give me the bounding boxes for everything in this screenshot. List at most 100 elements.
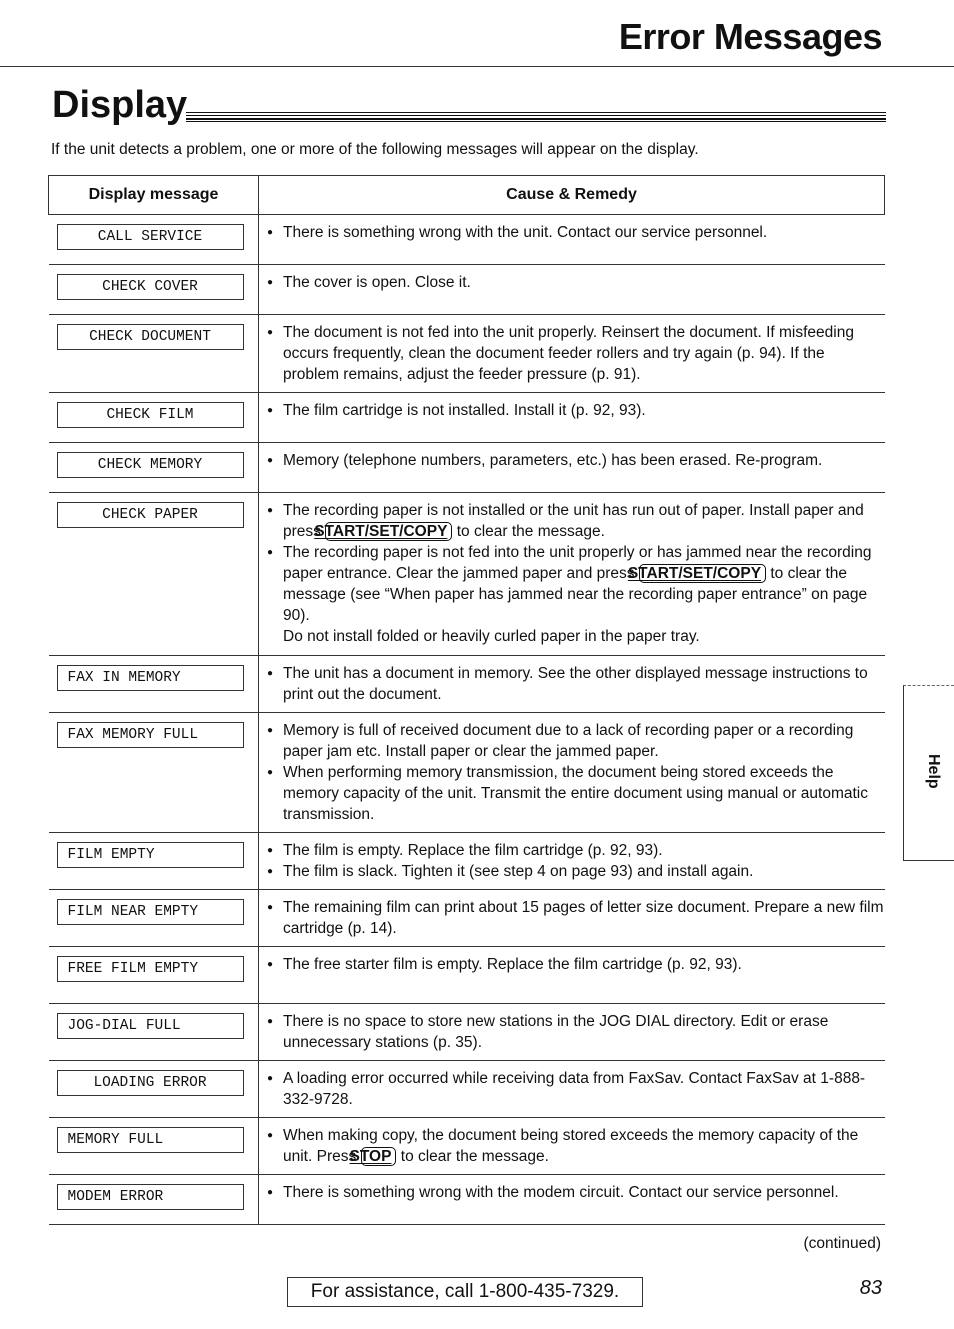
display-message-cell: JOG-DIAL FULL bbox=[48, 1003, 259, 1061]
cause-remedy-cell: When making copy, the document being sto… bbox=[258, 1117, 885, 1175]
display-message-cell: MODEM ERROR bbox=[48, 1174, 259, 1225]
display-message-cell: LOADING ERROR bbox=[48, 1060, 259, 1118]
column-header-display-message: Display message bbox=[48, 175, 259, 215]
remedy-item: There is something wrong with the modem … bbox=[267, 1182, 885, 1203]
display-message-cell: CHECK MEMORY bbox=[48, 442, 259, 493]
table-row: FILM EMPTY The film is empty. Replace the… bbox=[48, 832, 885, 890]
remedy-item: There is no space to store new stations … bbox=[267, 1011, 885, 1053]
remedy-text: There is no space to store new stations … bbox=[283, 1013, 829, 1051]
table-row: MEMORY FULL When making copy, the documen… bbox=[48, 1117, 885, 1175]
cause-remedy-cell: The film is empty. Replace the film cart… bbox=[258, 832, 885, 890]
display-message-cell: CHECK COVER bbox=[48, 264, 259, 315]
remedy-text: There is something wrong with the unit. … bbox=[283, 224, 768, 241]
remedy-text: The film cartridge is not installed. Ins… bbox=[283, 402, 646, 419]
title-decorative-rule bbox=[186, 112, 886, 122]
remedy-text: The unit has a document in memory. See t… bbox=[283, 665, 868, 703]
lcd-message: JOG-DIAL FULL bbox=[56, 1013, 244, 1039]
cause-remedy-cell: The cover is open. Close it. bbox=[258, 264, 885, 315]
remedy-text: The remaining film can print about 15 pa… bbox=[283, 899, 884, 937]
remedy-note: Do not install folded or heavily curled … bbox=[283, 628, 700, 645]
display-message-cell: CALL SERVICE bbox=[48, 214, 259, 265]
cause-remedy-cell: The document is not fed into the unit pr… bbox=[258, 314, 885, 393]
lcd-message: FILM NEAR EMPTY bbox=[56, 899, 244, 925]
key-label: START/SET/COPY bbox=[314, 522, 453, 541]
remedy-item: The film is slack. Tighten it (see step … bbox=[267, 861, 885, 882]
table-row: FAX MEMORY FULL Memory is full of receive… bbox=[48, 712, 885, 833]
display-message-cell: FREE FILM EMPTY bbox=[48, 946, 259, 1004]
table-row: FILM NEAR EMPTY The remaining film can pr… bbox=[48, 889, 885, 947]
table-row: JOG-DIAL FULL There is no space to store … bbox=[48, 1003, 885, 1061]
remedy-item: Memory is full of received document due … bbox=[267, 720, 885, 762]
remedy-item: The film is empty. Replace the film cart… bbox=[267, 840, 885, 861]
table-header-row: Display message Cause & Remedy bbox=[48, 175, 885, 215]
remedy-text: The film is slack. Tighten it (see step … bbox=[283, 863, 754, 880]
cause-remedy-cell: There is something wrong with the modem … bbox=[258, 1174, 885, 1225]
lcd-message: LOADING ERROR bbox=[56, 1070, 244, 1096]
lcd-message: MODEM ERROR bbox=[56, 1184, 244, 1210]
remedy-item: When making copy, the document being sto… bbox=[267, 1125, 885, 1167]
remedy-text: The cover is open. Close it. bbox=[283, 274, 471, 291]
remedy-text: Memory is full of received document due … bbox=[283, 722, 854, 760]
remedy-item: The document is not fed into the unit pr… bbox=[267, 322, 885, 385]
display-message-cell: FAX IN MEMORY bbox=[48, 655, 259, 713]
cause-remedy-cell: The film cartridge is not installed. Ins… bbox=[258, 392, 885, 443]
help-tab-label: Help bbox=[925, 754, 942, 789]
display-message-cell: FAX MEMORY FULL bbox=[48, 712, 259, 833]
page-number: 83 bbox=[859, 1277, 882, 1299]
lcd-message: MEMORY FULL bbox=[56, 1127, 244, 1153]
cause-remedy-cell: The free starter film is empty. Replace … bbox=[258, 946, 885, 1004]
remedy-item: The unit has a document in memory. See t… bbox=[267, 663, 885, 705]
error-messages-table: Display message Cause & Remedy CALL SERV… bbox=[48, 175, 885, 1225]
help-section-tab: Help bbox=[903, 685, 954, 861]
remedy-item: When performing memory transmission, the… bbox=[267, 762, 885, 825]
remedy-text: to clear the message. bbox=[396, 1148, 549, 1165]
cause-remedy-cell: Memory (telephone numbers, parameters, e… bbox=[258, 442, 885, 493]
display-message-cell: CHECK PAPER bbox=[48, 492, 259, 656]
table-row: LOADING ERROR A loading error occurred wh… bbox=[48, 1060, 885, 1118]
lcd-message: FREE FILM EMPTY bbox=[56, 956, 244, 982]
key-label: START/SET/COPY bbox=[628, 564, 767, 583]
continued-note: (continued) bbox=[803, 1235, 881, 1252]
section-title: Display bbox=[52, 84, 188, 126]
cause-remedy-cell: The remaining film can print about 15 pa… bbox=[258, 889, 885, 947]
table-row: CHECK MEMORY Memory (telephone numbers, p… bbox=[48, 442, 885, 493]
cause-remedy-cell: The unit has a document in memory. See t… bbox=[258, 655, 885, 713]
table-row: MODEM ERROR There is something wrong with… bbox=[48, 1174, 885, 1225]
table-row: CHECK COVER The cover is open. Close it. bbox=[48, 264, 885, 315]
lcd-message: CHECK FILM bbox=[56, 402, 244, 428]
table-row: CHECK FILM The film cartridge is not inst… bbox=[48, 392, 885, 443]
table-row: CHECK PAPER The recording paper is not in… bbox=[48, 492, 885, 656]
lcd-message: CALL SERVICE bbox=[56, 224, 244, 250]
remedy-item: A loading error occurred while receiving… bbox=[267, 1068, 885, 1110]
remedy-text: There is something wrong with the modem … bbox=[283, 1184, 839, 1201]
cause-remedy-cell: A loading error occurred while receiving… bbox=[258, 1060, 885, 1118]
remedy-item: There is something wrong with the unit. … bbox=[267, 222, 885, 243]
remedy-text: When performing memory transmission, the… bbox=[283, 764, 868, 823]
cause-remedy-cell: There is something wrong with the unit. … bbox=[258, 214, 885, 265]
assistance-box: For assistance, call 1-800-435-7329. bbox=[287, 1277, 643, 1307]
intro-text: If the unit detects a problem, one or mo… bbox=[51, 141, 699, 158]
remedy-item: The recording paper is not installed or … bbox=[267, 500, 885, 542]
lcd-message: CHECK COVER bbox=[56, 274, 244, 300]
remedy-item: The free starter film is empty. Replace … bbox=[267, 954, 885, 975]
display-message-cell: CHECK DOCUMENT bbox=[48, 314, 259, 393]
remedy-item: The film cartridge is not installed. Ins… bbox=[267, 400, 885, 421]
lcd-message: CHECK PAPER bbox=[56, 502, 244, 528]
remedy-text: The document is not fed into the unit pr… bbox=[283, 324, 854, 383]
remedy-item: The cover is open. Close it. bbox=[267, 272, 885, 293]
remedy-item: The remaining film can print about 15 pa… bbox=[267, 897, 885, 939]
table-row: FAX IN MEMORY The unit has a document in … bbox=[48, 655, 885, 713]
remedy-text: The film is empty. Replace the film cart… bbox=[283, 842, 663, 859]
column-header-cause-remedy: Cause & Remedy bbox=[258, 175, 885, 215]
lcd-message: FAX IN MEMORY bbox=[56, 665, 244, 691]
table-row: CHECK DOCUMENT The document is not fed in… bbox=[48, 314, 885, 393]
remedy-text: to clear the message. bbox=[452, 523, 605, 540]
display-message-cell: MEMORY FULL bbox=[48, 1117, 259, 1175]
table-row: CALL SERVICE There is something wrong wit… bbox=[48, 214, 885, 265]
display-message-cell: CHECK FILM bbox=[48, 392, 259, 443]
remedy-item: The recording paper is not fed into the … bbox=[267, 542, 885, 626]
display-message-cell: FILM EMPTY bbox=[48, 832, 259, 890]
remedy-text: Memory (telephone numbers, parameters, e… bbox=[283, 452, 823, 469]
remedy-item: Memory (telephone numbers, parameters, e… bbox=[267, 450, 885, 471]
key-label: STOP bbox=[350, 1147, 397, 1166]
